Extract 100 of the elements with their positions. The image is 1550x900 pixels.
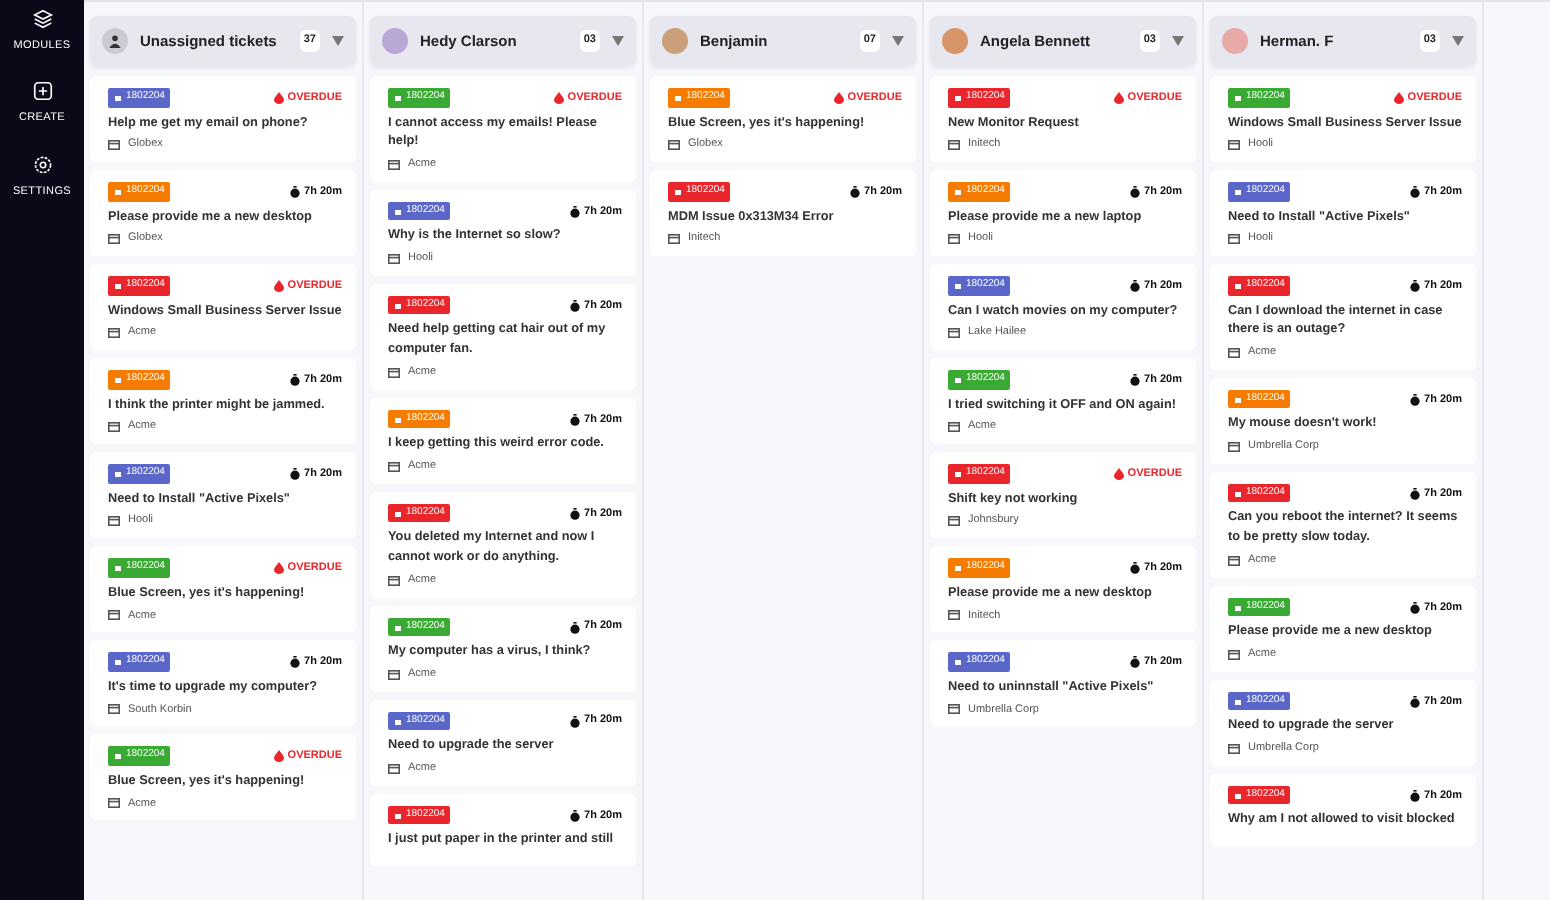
tag-icon <box>394 717 402 726</box>
tag-icon <box>394 207 402 216</box>
tag-icon <box>674 187 682 196</box>
flame-icon <box>273 91 284 104</box>
stopwatch-icon <box>290 467 301 480</box>
stopwatch-icon <box>1410 789 1421 802</box>
stopwatch-icon <box>1410 393 1421 406</box>
flame-icon <box>1393 91 1404 104</box>
stopwatch-icon <box>1410 185 1421 198</box>
stopwatch-icon <box>290 373 301 386</box>
stopwatch-icon <box>1410 279 1421 292</box>
building-icon <box>948 422 960 433</box>
building-icon <box>388 670 400 681</box>
tag-icon <box>394 415 402 424</box>
stopwatch-icon <box>290 655 301 668</box>
tag-icon <box>954 563 962 572</box>
flame-icon <box>1113 467 1124 480</box>
flame-icon <box>273 279 284 292</box>
building-icon <box>388 160 400 171</box>
avatar <box>1222 28 1248 54</box>
building-icon <box>108 422 120 433</box>
tag-icon <box>1234 187 1242 196</box>
tag-icon <box>114 375 122 384</box>
building-icon <box>388 368 400 379</box>
tag-icon <box>954 281 962 290</box>
tag-icon <box>954 93 962 102</box>
building-icon <box>1228 650 1240 661</box>
tag-icon <box>1234 489 1242 498</box>
tag-icon <box>954 657 962 666</box>
person-icon <box>108 34 122 48</box>
tag-icon <box>114 469 122 478</box>
building-icon <box>108 140 120 151</box>
building-icon <box>668 140 680 151</box>
tag-icon <box>1234 791 1242 800</box>
stopwatch-icon <box>290 185 301 198</box>
tag-icon <box>114 187 122 196</box>
tag-icon <box>114 281 122 290</box>
building-icon <box>388 576 400 587</box>
building-icon <box>948 234 960 245</box>
caret-icon <box>1452 36 1464 46</box>
building-icon <box>948 516 960 527</box>
tag-icon <box>114 563 122 572</box>
tag-icon <box>114 657 122 666</box>
caret-icon <box>612 36 624 46</box>
caret-icon <box>892 36 904 46</box>
tag-icon <box>954 375 962 384</box>
tag-icon <box>394 509 402 518</box>
stopwatch-icon <box>570 299 581 312</box>
tag-icon <box>114 751 122 760</box>
tag-icon <box>1234 603 1242 612</box>
stopwatch-icon <box>570 715 581 728</box>
flame-icon <box>1113 91 1124 104</box>
tag-icon <box>394 623 402 632</box>
building-icon <box>108 328 120 339</box>
flame-icon <box>553 91 564 104</box>
building-icon <box>108 704 120 715</box>
stopwatch-icon <box>570 621 581 634</box>
flame-icon <box>833 91 844 104</box>
stopwatch-icon <box>1410 487 1421 500</box>
stopwatch-icon <box>570 809 581 822</box>
building-icon <box>1228 140 1240 151</box>
building-icon <box>1228 442 1240 453</box>
plus-icon <box>31 80 53 103</box>
stopwatch-icon <box>850 185 861 198</box>
building-icon <box>1228 234 1240 245</box>
building-icon <box>1228 556 1240 567</box>
stopwatch-icon <box>570 413 581 426</box>
tag-icon <box>1234 93 1242 102</box>
building-icon <box>388 764 400 775</box>
building-icon <box>108 234 120 245</box>
layers-icon <box>31 8 53 30</box>
tag-icon <box>674 93 682 102</box>
stopwatch-icon <box>570 205 581 218</box>
tag-icon <box>114 93 122 102</box>
building-icon <box>668 234 680 245</box>
avatar <box>942 28 968 54</box>
flame-icon <box>273 749 284 762</box>
building-icon <box>108 516 120 527</box>
flame-icon <box>273 561 284 574</box>
stopwatch-icon <box>1410 601 1421 614</box>
caret-icon <box>1172 36 1184 46</box>
tag-icon <box>954 187 962 196</box>
avatar <box>662 28 688 54</box>
stopwatch-icon <box>1130 373 1141 386</box>
building-icon <box>108 798 120 809</box>
tag-icon <box>394 811 402 820</box>
stopwatch-icon <box>570 507 581 520</box>
building-icon <box>948 704 960 715</box>
tag-icon <box>394 301 402 310</box>
tag-icon <box>1234 281 1242 290</box>
stopwatch-icon <box>1130 561 1141 574</box>
stopwatch-icon <box>1130 655 1141 668</box>
tag-icon <box>954 469 962 478</box>
building-icon <box>1228 348 1240 359</box>
building-icon <box>1228 744 1240 755</box>
tag-icon <box>1234 395 1242 404</box>
stopwatch-icon <box>1130 185 1141 198</box>
building-icon <box>388 462 400 473</box>
stopwatch-icon <box>1130 279 1141 292</box>
stopwatch-icon <box>1410 695 1421 708</box>
